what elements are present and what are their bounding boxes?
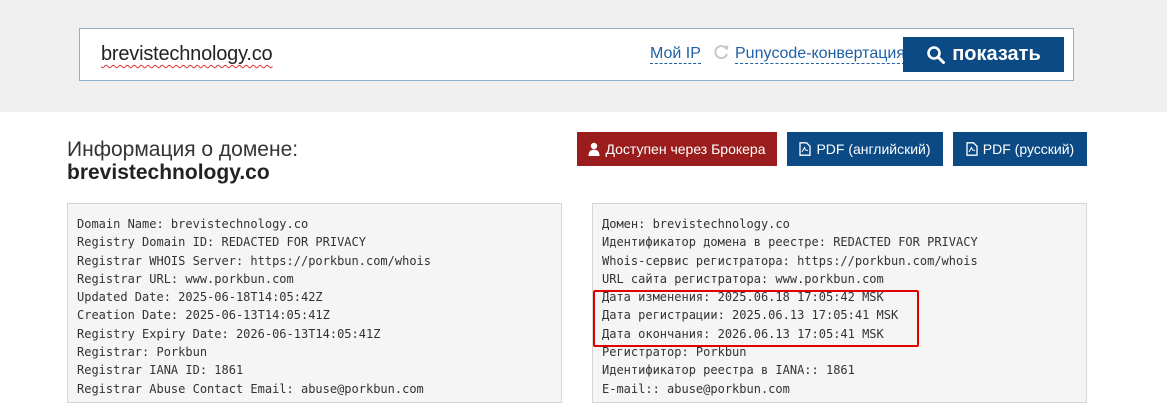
broker-button[interactable]: Доступен через Брокера (577, 132, 777, 166)
domain-heading: brevistechnology.co (67, 161, 270, 184)
broker-button-label: Доступен через Брокера (605, 141, 766, 157)
whois-line: Registrar WHOIS Server: https://porkbun.… (77, 253, 432, 268)
whois-line: Регистратор: Porkbun (602, 345, 747, 360)
whois-english-panel: Domain Name: brevistechnology.co Registr… (67, 203, 562, 403)
whois-line: Registrar Abuse Contact Email: abuse@por… (77, 381, 424, 396)
whois-line: Registry Expiry Date: 2026-06-13T14:05:4… (77, 326, 381, 341)
pdf-english-button[interactable]: PDF (английский) (787, 132, 943, 166)
pdf-icon (799, 142, 812, 156)
whois-line: Registrar URL: www.porkbun.com (77, 271, 294, 286)
whois-line: Дата изменения: 2025.06.18 17:05:42 MSK (602, 290, 884, 305)
user-icon (588, 142, 600, 156)
domain-search-input[interactable]: brevistechnology.co (101, 43, 273, 66)
whois-line: Domain Name: brevistechnology.co (77, 217, 309, 231)
pdf-icon (966, 142, 978, 156)
whois-line: Creation Date: 2025-06-13T14:05:41Z (77, 308, 330, 323)
refresh-icon[interactable] (711, 42, 731, 62)
whois-line: Registrar: Porkbun (77, 345, 208, 360)
whois-line: Registry Domain ID: REDACTED FOR PRIVACY (77, 235, 366, 250)
whois-line: Дата окончания: 2026.06.13 17:05:41 MSK (602, 326, 884, 341)
whois-line: URL сайта регистратора: www.porkbun.com (602, 271, 884, 286)
whois-russian-panel: Домен: brevistechnology.co Идентификатор… (592, 203, 1087, 403)
search-icon (927, 45, 946, 64)
whois-line: Дата регистрации: 2025.06.13 17:05:41 MS… (602, 308, 899, 323)
punycode-link[interactable]: Punycode-конвертация (735, 45, 905, 64)
pdf-russian-label: PDF (русский) (982, 141, 1075, 157)
my-ip-link[interactable]: Мой IP (650, 45, 701, 64)
whois-line: Домен: brevistechnology.co (602, 217, 790, 231)
search-band: brevistechnology.co Мой IP Punycode-конв… (0, 0, 1167, 112)
show-button[interactable]: показать (903, 37, 1064, 72)
whois-line: Идентификатор реестра в IANA:: 1861 (602, 363, 855, 378)
whois-line: Updated Date: 2025-06-18T14:05:42Z (77, 290, 323, 305)
pdf-russian-button[interactable]: PDF (русский) (953, 132, 1087, 166)
search-box: brevistechnology.co Мой IP Punycode-конв… (79, 28, 1074, 81)
whois-line: Идентификатор домена в реестре: REDACTED… (602, 235, 978, 250)
pdf-english-label: PDF (английский) (816, 141, 931, 157)
show-button-label: показать (952, 43, 1041, 65)
whois-line: E-mail:: abuse@porkbun.com (602, 381, 790, 396)
whois-line: Whois-сервис регистратора: https://porkb… (602, 253, 978, 268)
whois-line: Registrar IANA ID: 1861 (77, 363, 244, 378)
